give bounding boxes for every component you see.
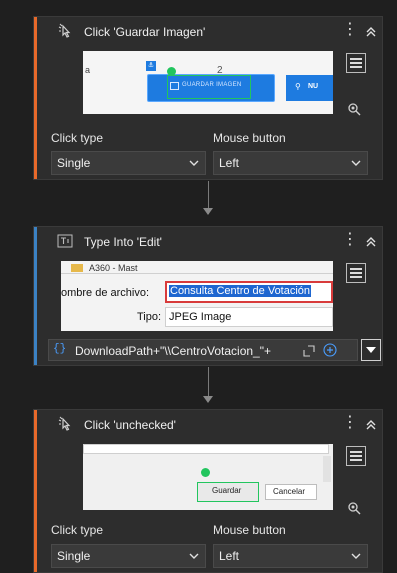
card-accent-bar [34, 410, 37, 572]
activity-card-click-guardar[interactable]: Click 'Guardar Imagen' ⋮ a 2 ⚓ GUARDAR I… [33, 16, 383, 180]
click-type-label: Click type [51, 523, 104, 537]
collapse-icon[interactable] [364, 25, 378, 39]
click-type-value: Single [57, 549, 91, 563]
connector-arrow [203, 208, 213, 215]
click-icon [58, 416, 71, 431]
screenshot-filename-field: Consulta Centro de Votación [165, 281, 333, 303]
screenshot-cancel-label: Cancelar [273, 487, 306, 496]
more-options-icon[interactable]: ⋮ [342, 21, 358, 39]
screenshot-cancel-button: Cancelar [265, 484, 317, 500]
folder-icon [71, 264, 83, 272]
screenshot-type-value: JPEG Image [169, 311, 232, 323]
mouse-button-value: Left [219, 156, 240, 170]
expression-text: DownloadPath+"\\CentroVotacion_"+ [75, 344, 271, 358]
chevron-down-icon [351, 160, 361, 166]
target-marker [167, 67, 176, 76]
chevron-down-icon [189, 160, 199, 166]
menu-icon[interactable] [346, 53, 366, 73]
expression-braces-icon: {} [53, 343, 67, 355]
chevron-down-icon [366, 347, 376, 353]
screenshot-divider [61, 273, 333, 274]
screenshot-right-button-label: NU [308, 83, 319, 90]
target-settings-icon[interactable] [346, 500, 362, 516]
chevron-down-icon [351, 553, 361, 559]
mouse-button-dropdown[interactable]: Left [213, 151, 368, 175]
activity-card-type-into[interactable]: Type Into 'Edit' ⋮ A360 - Mast ombre de … [33, 226, 383, 366]
screenshot-right-button: ⚲ NU [286, 75, 333, 101]
click-type-dropdown[interactable]: Single [51, 544, 206, 568]
anchor-marker: ⚓ [146, 61, 156, 71]
click-type-value: Single [57, 156, 91, 170]
target-screenshot: a 2 ⚓ GUARDAR IMAGEN ⚲ NU [83, 51, 333, 114]
activity-title[interactable]: Click 'unchecked' [84, 418, 176, 432]
screenshot-input-strip [83, 444, 329, 454]
type-into-icon [57, 234, 73, 248]
screenshot-fragment: a [85, 65, 91, 75]
expression-field[interactable]: {} DownloadPath+"\\CentroVotacion_"+ [48, 339, 358, 361]
menu-icon[interactable] [346, 263, 366, 283]
screenshot-filename-value: Consulta Centro de Votación [169, 285, 312, 297]
card-accent-bar [34, 17, 37, 179]
more-options-icon[interactable]: ⋮ [342, 414, 358, 432]
add-variable-icon[interactable] [323, 343, 337, 357]
image-icon [170, 82, 179, 90]
mouse-button-label: Mouse button [213, 131, 286, 145]
screenshot-button-label: GUARDAR IMAGEN [182, 82, 242, 88]
screenshot-type-label: Tipo: [137, 311, 162, 323]
mouse-button-label: Mouse button [213, 523, 286, 537]
mouse-button-dropdown[interactable]: Left [213, 544, 368, 568]
collapse-icon[interactable] [364, 418, 378, 432]
mouse-button-value: Left [219, 549, 240, 563]
activity-title[interactable]: Click 'Guardar Imagen' [84, 25, 205, 39]
screenshot-save-button: Guardar [197, 482, 259, 502]
chevron-down-icon [189, 553, 199, 559]
click-type-dropdown[interactable]: Single [51, 151, 206, 175]
more-options-icon[interactable]: ⋮ [342, 231, 358, 249]
menu-icon[interactable] [346, 446, 366, 466]
click-icon [58, 23, 71, 38]
activity-card-click-unchecked[interactable]: Click 'unchecked' ⋮ Guardar Cancelar Cli… [33, 409, 383, 573]
target-settings-icon[interactable] [346, 101, 362, 117]
target-marker [201, 468, 210, 477]
screenshot-filename-label: ombre de archivo: [61, 287, 150, 299]
target-screenshot: Guardar Cancelar [83, 444, 333, 510]
card-accent-bar [34, 227, 37, 365]
target-screenshot: A360 - Mast ombre de archivo: Consulta C… [61, 261, 333, 331]
expression-dropdown-button[interactable] [361, 339, 381, 361]
activity-title[interactable]: Type Into 'Edit' [84, 235, 162, 249]
screenshot-scrollbar [323, 456, 331, 482]
screenshot-type-field: JPEG Image [165, 307, 333, 327]
collapse-icon[interactable] [364, 235, 378, 249]
expand-icon[interactable] [303, 345, 315, 357]
click-type-label: Click type [51, 131, 104, 145]
connector-arrow [203, 396, 213, 403]
screenshot-save-label: Guardar [212, 486, 242, 495]
screenshot-top-fragment: A360 - Mast [89, 263, 138, 272]
